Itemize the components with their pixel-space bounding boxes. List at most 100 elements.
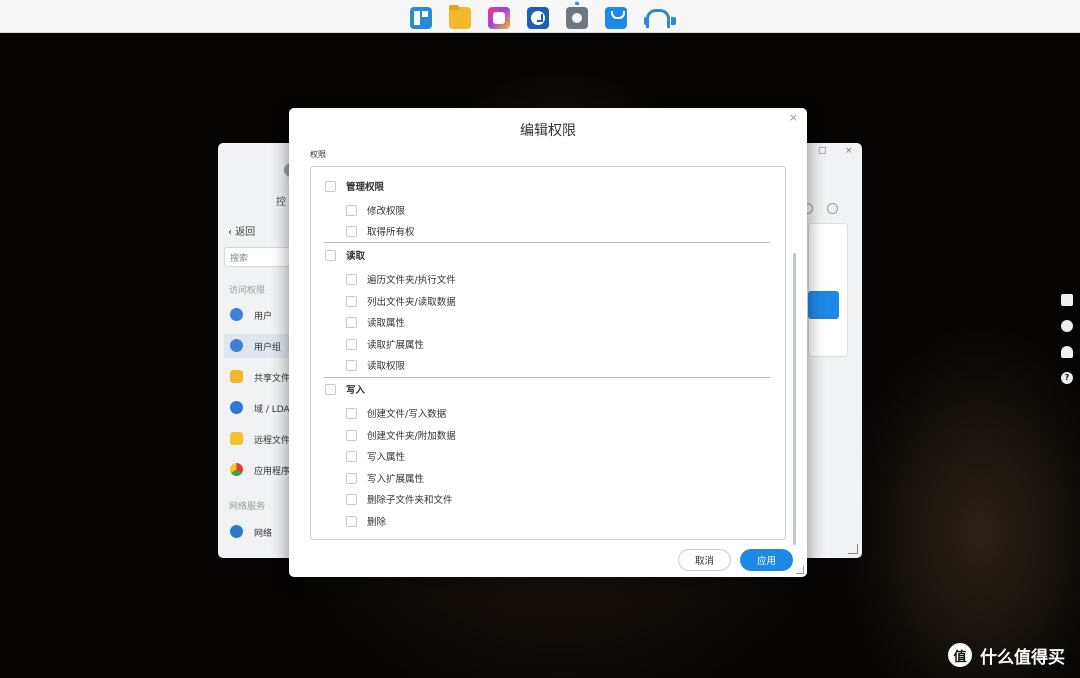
permission-group-label: 写入 — [346, 385, 366, 396]
section-label: 权限 — [310, 150, 326, 159]
sidebar-item-label: 用户 — [254, 312, 273, 322]
permission-item-label: 修改权限 — [367, 206, 406, 217]
checkbox[interactable] — [346, 429, 357, 441]
permission-group-write[interactable]: 写入 — [325, 380, 365, 398]
file-station-icon[interactable] — [449, 5, 471, 29]
radio-option[interactable] — [827, 203, 838, 214]
sidebar-item-label: 网络 — [254, 529, 273, 539]
permission-item[interactable]: 读取权限 — [346, 356, 405, 374]
user-icon — [230, 308, 243, 321]
cancel-button[interactable]: 取消 — [678, 549, 731, 571]
application-icon — [230, 463, 243, 476]
edit-permissions-dialog: × 编辑权限 权限 管理权限 修改权限 取得所有权 读取 遍历文件夹/执行文件 … — [289, 108, 807, 577]
permission-item[interactable]: 读取扩展属性 — [346, 335, 424, 353]
package-center-icon[interactable] — [605, 7, 627, 29]
resize-handle[interactable] — [848, 544, 858, 554]
sidebar-item-application[interactable]: 应用程序 — [224, 458, 294, 482]
search-input[interactable]: 搜索 — [224, 247, 294, 267]
background-primary-button[interactable] — [808, 291, 839, 319]
permission-group-read[interactable]: 读取 — [325, 246, 365, 264]
sidebar-item-user[interactable]: 用户 — [224, 303, 294, 327]
sidebar-item-label: 用户组 — [254, 343, 282, 353]
section-access: 访问权限 — [229, 286, 266, 296]
permission-item-label: 删除子文件夹和文件 — [367, 495, 453, 506]
permission-item-label: 写入属性 — [367, 452, 406, 463]
sidebar-item-remote-folder[interactable]: 远程文件 — [224, 427, 294, 451]
checkbox[interactable] — [346, 316, 357, 328]
permission-item-label: 写入扩展属性 — [367, 474, 425, 485]
permission-group-label: 管理权限 — [346, 182, 385, 193]
sidebar-item-shared-folder[interactable]: 共享文件 — [224, 365, 294, 389]
apply-button[interactable]: 应用 — [740, 549, 793, 571]
clock-icon[interactable] — [527, 7, 549, 29]
permission-item-label: 读取权限 — [367, 361, 406, 372]
permission-item[interactable]: 写入属性 — [346, 447, 405, 465]
remote-folder-icon — [230, 432, 243, 445]
watermark-logo-icon: 值 — [948, 643, 972, 667]
support-headset-icon[interactable] — [644, 7, 676, 29]
resize-handle[interactable] — [796, 566, 804, 574]
checkbox[interactable] — [346, 450, 357, 462]
sidebar-item-user-group[interactable]: 用户组 — [224, 334, 294, 358]
scrollbar[interactable] — [793, 253, 796, 545]
permission-group-manage[interactable]: 管理权限 — [325, 177, 384, 195]
checkbox[interactable] — [346, 295, 357, 307]
permission-item[interactable]: 读取属性 — [346, 313, 405, 331]
section-network: 网络服务 — [229, 502, 266, 512]
checkbox[interactable] — [346, 338, 357, 350]
permission-item-label: 取得所有权 — [367, 227, 415, 238]
permission-item[interactable]: 写入扩展属性 — [346, 469, 424, 487]
user-group-icon — [230, 339, 243, 352]
sidebar-item-domain-ldap[interactable]: 域 / LDA — [224, 396, 294, 420]
checkbox[interactable] — [346, 493, 357, 505]
permission-item[interactable]: 删除 — [346, 512, 386, 530]
back-button[interactable]: ‹ 返回 — [228, 223, 255, 238]
sidebar-item-label: 域 / LDA — [254, 405, 290, 415]
checkbox[interactable] — [325, 180, 336, 192]
checkbox[interactable] — [346, 204, 357, 216]
permission-item[interactable]: 取得所有权 — [346, 222, 415, 240]
permission-group-label: 读取 — [346, 251, 366, 262]
checkbox[interactable] — [346, 515, 357, 527]
notification-bell-icon[interactable] — [1061, 346, 1073, 358]
sidebar-item-label: 应用程序 — [254, 467, 291, 477]
checkbox[interactable] — [346, 472, 357, 484]
permission-item-label: 创建文件夹/附加数据 — [367, 431, 456, 442]
help-icon[interactable]: ? — [1061, 372, 1073, 384]
permission-item[interactable]: 列出文件夹/读取数据 — [346, 292, 456, 310]
close-window-icon[interactable]: × — [845, 147, 853, 156]
chat-bubble-icon[interactable] — [1061, 320, 1073, 332]
taskbar — [0, 0, 1080, 33]
checkbox[interactable] — [346, 273, 357, 285]
control-panel-gear-icon[interactable] — [566, 2, 588, 29]
background-panel — [808, 223, 848, 357]
maximize-icon[interactable]: □ — [818, 147, 827, 156]
permission-item[interactable]: 删除子文件夹和文件 — [346, 490, 453, 508]
sidebar-item-label: 共享文件 — [254, 374, 291, 384]
permission-item-label: 读取扩展属性 — [367, 340, 425, 351]
dsm-main-menu-icon[interactable] — [410, 7, 432, 29]
checkbox[interactable] — [325, 383, 336, 395]
sidebar-item-label: 远程文件 — [254, 436, 291, 446]
permission-item-label: 创建文件/写入数据 — [367, 409, 447, 420]
permission-item-label: 遍历文件夹/执行文件 — [367, 275, 456, 286]
dialog-title: 编辑权限 — [520, 123, 576, 139]
back-label: 返回 — [235, 227, 256, 238]
photos-icon[interactable] — [488, 7, 510, 29]
permission-item-label: 读取属性 — [367, 318, 406, 329]
permission-item[interactable]: 创建文件夹/附加数据 — [346, 426, 456, 444]
checkbox[interactable] — [346, 407, 357, 419]
permission-item[interactable]: 遍历文件夹/执行文件 — [346, 270, 456, 288]
permission-item[interactable]: 创建文件/写入数据 — [346, 404, 446, 422]
watermark-text: 什么值得买 — [980, 647, 1065, 668]
checkbox[interactable] — [346, 225, 357, 237]
network-icon — [230, 525, 243, 538]
domain-network-icon — [230, 401, 243, 414]
permissions-list: 管理权限 修改权限 取得所有权 读取 遍历文件夹/执行文件 列出文件夹/读取数据… — [310, 166, 786, 540]
folder-icon — [230, 370, 243, 383]
checkbox[interactable] — [346, 359, 357, 371]
checkbox[interactable] — [325, 249, 336, 261]
widget-monitor-icon[interactable] — [1061, 294, 1073, 306]
permission-item[interactable]: 修改权限 — [346, 201, 405, 219]
sidebar-item-network[interactable]: 网络 — [224, 520, 294, 544]
